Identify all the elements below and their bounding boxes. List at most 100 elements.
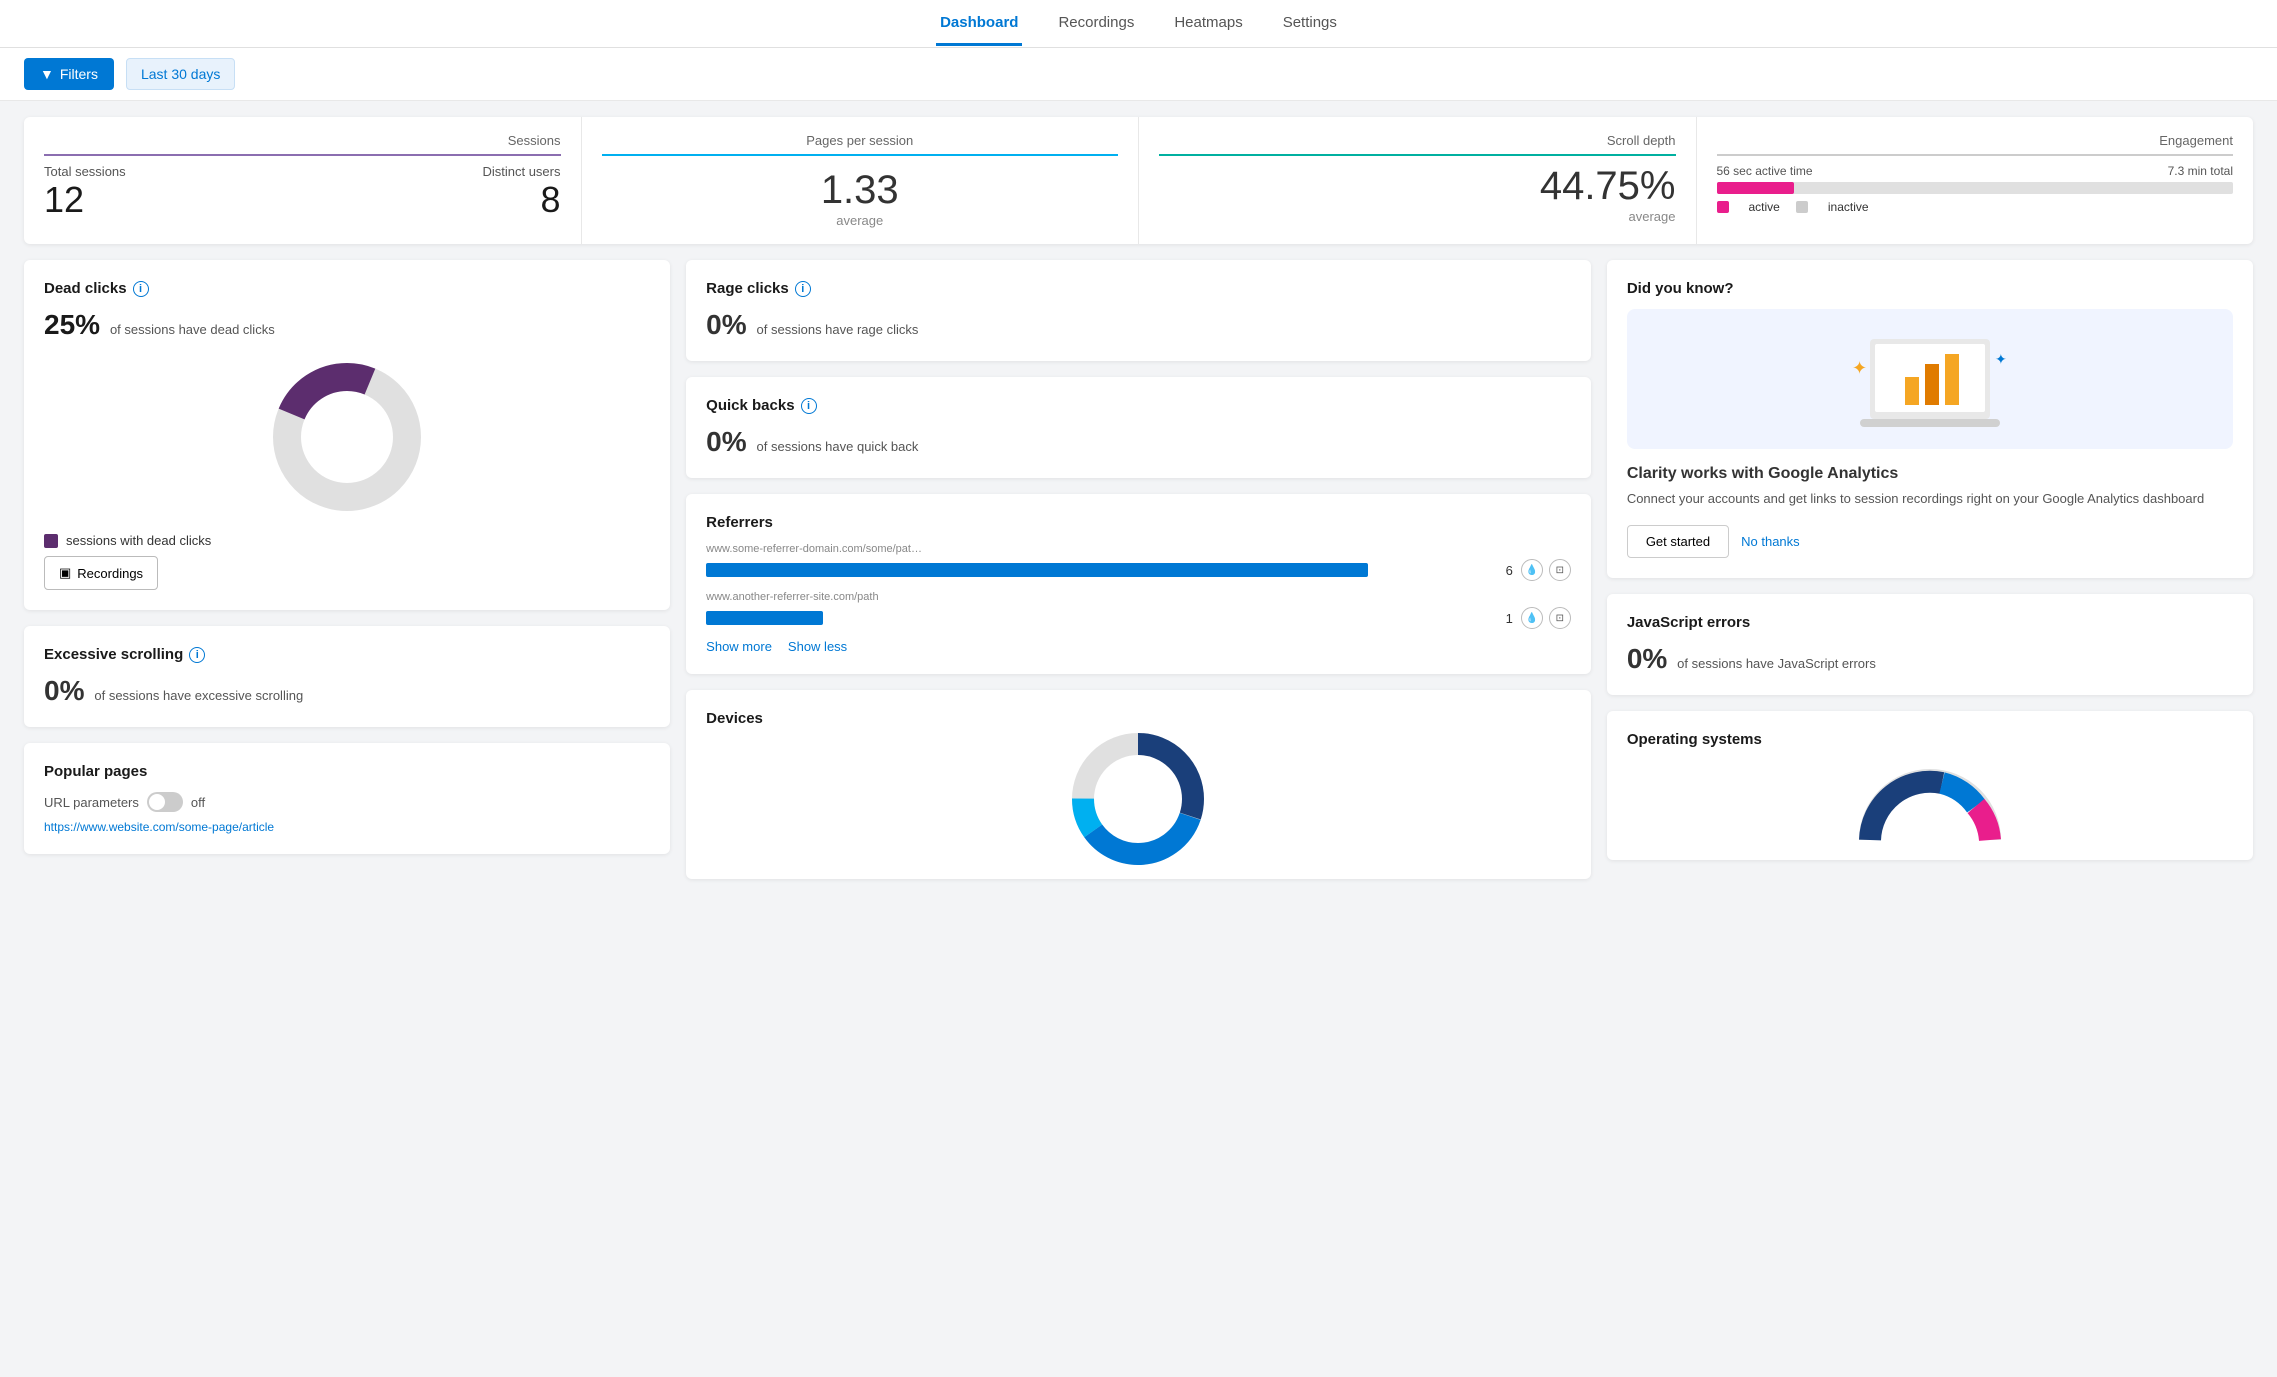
no-thanks-button[interactable]: No thanks [1741,525,1800,558]
referrer-count-0: 6 [1493,563,1513,578]
filters-button[interactable]: ▼ Filters [24,58,114,90]
referrer-bar-0 [706,563,1368,577]
quick-backs-info-icon[interactable]: i [801,398,817,414]
quick-backs-card: Quick backs i 0% of sessions have quick … [686,377,1591,478]
sessions-section: Sessions Total sessions 12 Distinct user… [24,117,582,244]
url-params-row: URL parameters off [44,792,650,812]
quick-backs-title: Quick backs i [706,397,1571,414]
integration-title: Clarity works with Google Analytics [1627,465,2233,483]
engagement-total: 7.3 min total [2168,164,2233,178]
excessive-scrolling-info-icon[interactable]: i [189,647,205,663]
referrer-item-0: www.some-referrer-domain.com/some/path/t… [706,543,1571,581]
inactive-legend-dot [1796,201,1808,213]
engagement-bar-fill [1717,182,1794,194]
engagement-active-time: 56 sec active time [1717,164,1813,178]
active-label: active [1749,200,1780,214]
devices-card: Devices [686,690,1591,879]
rage-clicks-card: Rage clicks i 0% of sessions have rage c… [686,260,1591,361]
inactive-label: inactive [1828,200,1869,214]
engagement-legend: active inactive [1717,200,2234,214]
referrer-screen-icon-0[interactable]: ⊡ [1549,559,1571,581]
integration-desc: Connect your accounts and get links to s… [1627,489,2233,509]
referrer-row-0: 6 💧 ⊡ [706,559,1571,581]
distinct-users-value: 8 [482,179,560,221]
referrer-item-1: www.another-referrer-site.com/path 1 💧 ⊡ [706,591,1571,629]
referrers-title: Referrers [706,514,1571,531]
total-sessions-value: 12 [44,179,126,221]
dead-clicks-pct: 25% [44,309,100,340]
did-you-know-image: ✦ ✦ [1627,309,2233,449]
dead-clicks-info-icon[interactable]: i [133,281,149,297]
main-grid: Dead clicks i 25% of sessions have dead … [0,260,2277,903]
referrer-drop-icon-1[interactable]: 💧 [1521,607,1543,629]
referrer-url-0: www.some-referrer-domain.com/some/path/t… [706,543,926,555]
col-right: Did you know? ✦ ✦ [1607,260,2253,879]
rage-clicks-title: Rage clicks i [706,280,1571,297]
engagement-bar [1717,182,2234,194]
dead-clicks-title: Dead clicks i [44,280,650,297]
tab-heatmaps[interactable]: Heatmaps [1170,2,1246,46]
date-range-button[interactable]: Last 30 days [126,58,235,90]
devices-chart [706,739,1571,859]
dead-clicks-sub: of sessions have dead clicks [110,322,275,337]
recordings-icon: ▣ [59,565,71,581]
rage-clicks-info-icon[interactable]: i [795,281,811,297]
dyk-actions: Get started No thanks [1627,525,2233,558]
engagement-section: Engagement 56 sec active time 7.3 min to… [1697,117,2254,244]
referrer-row-1: 1 💧 ⊡ [706,607,1571,629]
excessive-scrolling-sub: of sessions have excessive scrolling [94,688,303,703]
pages-sub: average [602,213,1119,228]
did-you-know-card: Did you know? ✦ ✦ [1607,260,2253,578]
url-params-toggle[interactable] [147,792,183,812]
toggle-knob [149,794,165,810]
show-less-link[interactable]: Show less [788,639,847,654]
referrer-screen-icon-1[interactable]: ⊡ [1549,607,1571,629]
js-errors-title: JavaScript errors [1627,614,2233,631]
dead-clicks-card: Dead clicks i 25% of sessions have dead … [24,260,670,610]
distinct-users-label: Distinct users [482,164,560,179]
get-started-button[interactable]: Get started [1627,525,1729,558]
pages-header: Pages per session [602,133,1119,156]
pages-value: 1.33 [602,168,1119,213]
svg-text:✦: ✦ [1995,351,2007,367]
js-errors-card: JavaScript errors 0% of sessions have Ja… [1607,594,2253,695]
toolbar: ▼ Filters Last 30 days [0,48,2277,101]
active-legend-dot [1717,201,1729,213]
popular-pages-title: Popular pages [44,763,650,780]
js-errors-pct: 0% [1627,643,1667,674]
quick-backs-pct: 0% [706,426,746,457]
excessive-scrolling-card: Excessive scrolling i 0% of sessions hav… [24,626,670,727]
devices-title: Devices [706,710,1571,727]
referrer-bar-wrap-1 [706,611,1485,625]
scroll-header: Scroll depth [1159,133,1676,156]
laptop-illustration: ✦ ✦ [1840,319,2020,439]
referrer-icons-0: 💧 ⊡ [1521,559,1571,581]
tab-recordings[interactable]: Recordings [1054,2,1138,46]
url-params-value: off [191,795,205,810]
show-more-link[interactable]: Show more [706,639,772,654]
referrer-drop-icon-0[interactable]: 💧 [1521,559,1543,581]
nav-tabs: Dashboard Recordings Heatmaps Settings [936,2,1341,46]
referrer-url-1: www.another-referrer-site.com/path [706,591,926,603]
stats-bar: Sessions Total sessions 12 Distinct user… [24,117,2253,244]
dead-clicks-legend-sq [44,534,58,548]
tab-dashboard[interactable]: Dashboard [936,2,1022,46]
rage-clicks-sub: of sessions have rage clicks [757,322,919,337]
scroll-section: Scroll depth 44.75% average [1139,117,1697,244]
popular-pages-card: Popular pages URL parameters off https:/… [24,743,670,854]
operating-systems-card: Operating systems [1607,711,2253,860]
total-sessions-label: Total sessions [44,164,126,179]
dead-clicks-donut [44,357,650,517]
referrers-card: Referrers www.some-referrer-domain.com/s… [686,494,1591,674]
show-links: Show more Show less [706,639,1571,654]
tab-settings[interactable]: Settings [1279,2,1341,46]
popular-page-url[interactable]: https://www.website.com/some-page/articl… [44,820,650,834]
recordings-button[interactable]: ▣ Recordings [44,556,158,590]
referrer-list: www.some-referrer-domain.com/some/path/t… [706,543,1571,629]
sessions-header: Sessions [44,133,561,156]
scroll-value: 44.75% [1159,164,1676,209]
col-left: Dead clicks i 25% of sessions have dead … [24,260,670,879]
js-errors-sub: of sessions have JavaScript errors [1677,656,1876,671]
pages-section: Pages per session 1.33 average [582,117,1140,244]
url-params-label: URL parameters [44,795,139,810]
